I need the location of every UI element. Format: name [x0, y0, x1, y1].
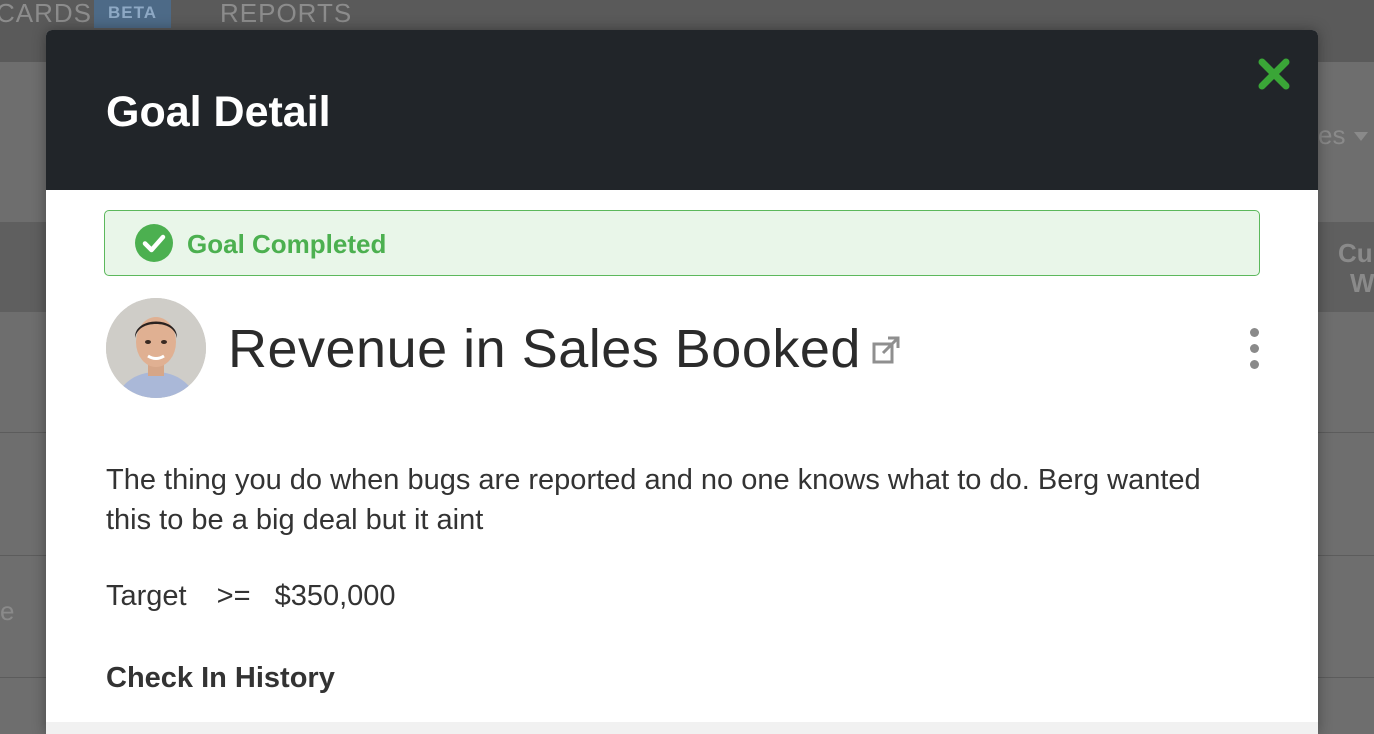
goal-title: Revenue in Sales Booked: [228, 319, 861, 379]
check-circle-icon: [135, 224, 173, 262]
background-fragment: es: [1318, 120, 1346, 150]
modal-header: Goal Detail: [46, 30, 1318, 190]
target-value: $350,000: [274, 580, 396, 612]
close-icon[interactable]: [1256, 56, 1292, 92]
external-link-icon[interactable]: [870, 334, 902, 366]
background-caret-icon: [1354, 132, 1368, 141]
avatar: [106, 298, 206, 398]
background-fragment: W: [1350, 268, 1374, 298]
modal-title: Goal Detail: [106, 88, 331, 136]
goal-description: The thing you do when bugs are reported …: [106, 464, 1201, 536]
background-fragment: e: [0, 596, 15, 626]
target-operator: >=: [216, 580, 251, 612]
nav-reports: REPORTS: [220, 0, 353, 28]
check-in-history-table-top: [46, 722, 1318, 734]
kebab-menu-icon[interactable]: [1242, 328, 1266, 370]
goal-target: Target >= $350,000: [106, 578, 396, 614]
status-label: Goal Completed: [187, 229, 387, 259]
goal-detail-modal: Goal Detail Goal Completed Revenue in Sa…: [46, 30, 1318, 734]
target-label: Target: [106, 580, 187, 612]
background-fragment: Cu: [1338, 238, 1373, 268]
check-in-history-heading: Check In History: [106, 662, 335, 694]
goal-status-banner: Goal Completed: [104, 210, 1260, 276]
nav-cards: CARDS: [0, 0, 93, 28]
beta-badge: BETA: [94, 0, 172, 28]
